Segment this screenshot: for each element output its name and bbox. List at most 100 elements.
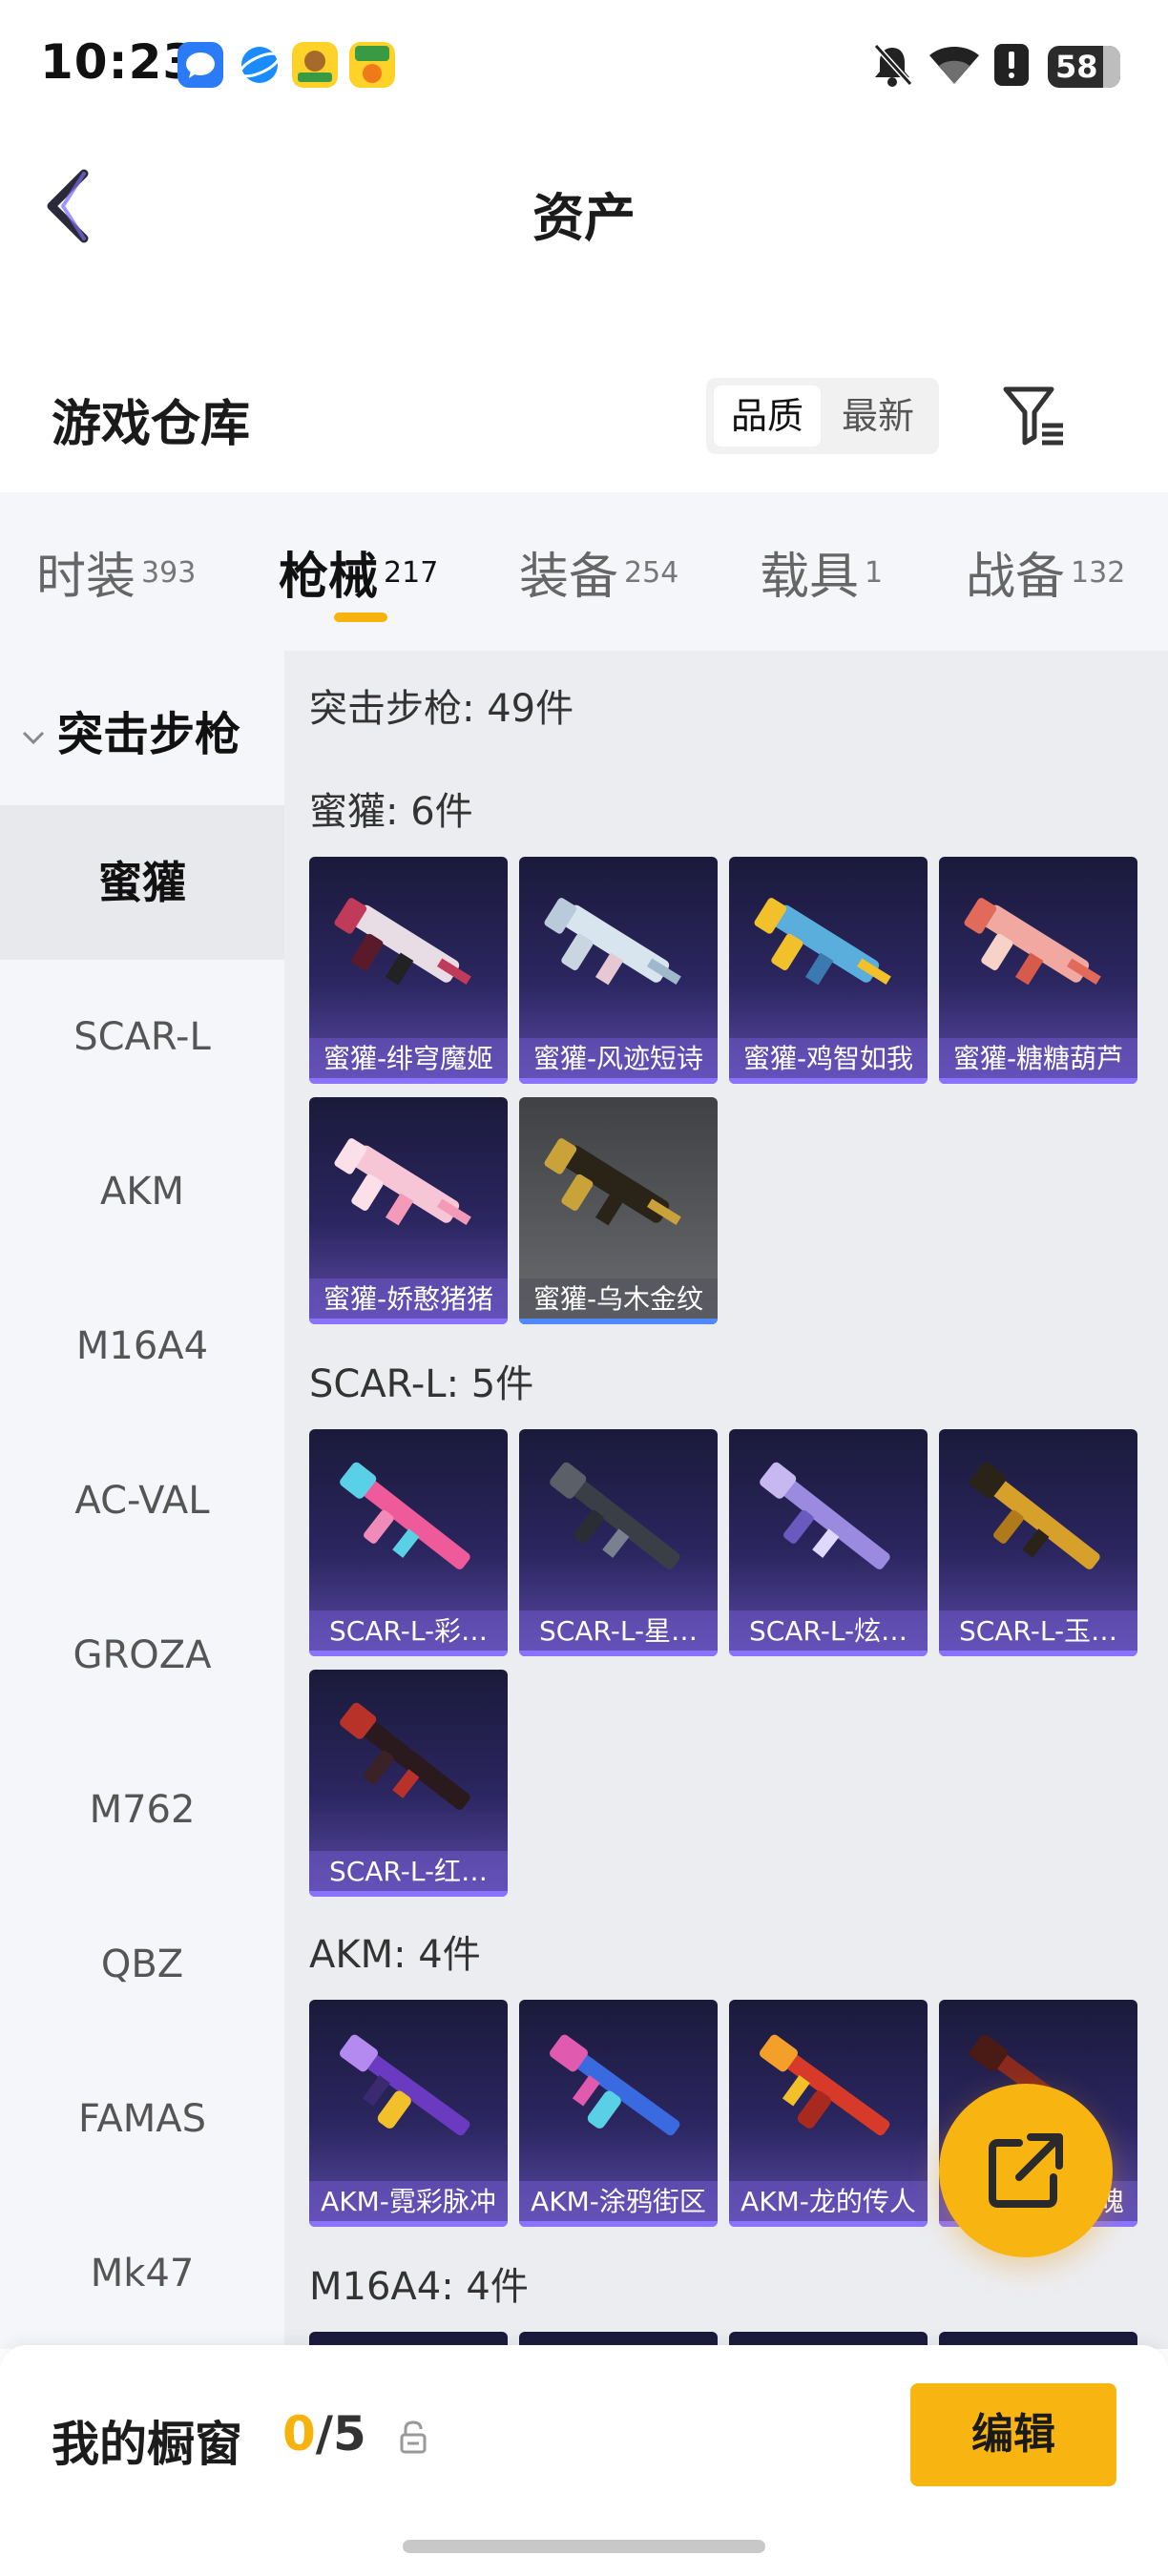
- weapon-card[interactable]: SCAR-L-炫…: [729, 1429, 928, 1656]
- weapon-card[interactable]: SCAR-L-彩…: [309, 1429, 508, 1656]
- sidebar-item-mk47[interactable]: Mk47: [0, 2196, 284, 2351]
- weapon-name: 蜜獾-绯穹魔姬: [309, 1038, 508, 1084]
- filter-icon: [1003, 386, 1063, 446]
- weapon-name: SCAR-L-彩…: [309, 1610, 508, 1656]
- filter-button[interactable]: [1000, 384, 1067, 448]
- section-label-scar-l: SCAR-L: 5件: [309, 1362, 534, 1406]
- weapon-image: [970, 1462, 1100, 1569]
- category-summary: 突击步枪: 49件: [309, 687, 574, 731]
- weapon-name: AKM-涂鸦街区: [519, 2181, 718, 2227]
- sidebar-item-akm[interactable]: AKM: [0, 1114, 284, 1269]
- weapon-image: [340, 2034, 470, 2136]
- weapon-card[interactable]: SCAR-L-玉…: [939, 1429, 1137, 1656]
- home-indicator[interactable]: [403, 2540, 765, 2553]
- lock-icon[interactable]: [399, 2420, 428, 2454]
- weapon-card[interactable]: AKM-霓彩脉冲: [309, 2000, 508, 2227]
- sort-latest-button[interactable]: 最新: [824, 385, 931, 447]
- weapon-card[interactable]: 蜜獾-风迹短诗: [519, 857, 718, 1084]
- weapon-card[interactable]: AKM-龙的传人: [729, 2000, 928, 2227]
- weapon-image: [544, 1138, 681, 1226]
- app-game-icon: [292, 42, 338, 88]
- weapon-name: 蜜獾-乌木金纹: [519, 1278, 718, 1324]
- showcase-count: 0/5: [282, 2406, 366, 2462]
- tab-label: 载具: [760, 549, 860, 606]
- app-browser-icon: [237, 42, 282, 88]
- sort-quality-button[interactable]: 品质: [714, 385, 821, 447]
- sidebar-group-label: 突击步枪: [57, 708, 241, 761]
- weapon-card[interactable]: 蜜獾-鸡智如我: [729, 857, 928, 1084]
- weapon-image: [544, 898, 681, 986]
- weapon-card[interactable]: 蜜獾-绯穹魔姬: [309, 857, 508, 1084]
- category-tabs: 时装 393 枪械 217 装备 254 载具 1 战备 132: [0, 492, 1168, 651]
- status-time: 10:23: [40, 34, 198, 90]
- active-tab-indicator: [334, 613, 387, 622]
- weapon-name: 蜜獾-糖糖葫芦: [939, 1038, 1137, 1084]
- sidebar-item-m762[interactable]: M762: [0, 1733, 284, 1887]
- sidebar-item-groza[interactable]: GROZA: [0, 1578, 284, 1733]
- battery-icon: 58: [1048, 46, 1120, 88]
- weapon-image: [964, 898, 1101, 986]
- showcase-total: /5: [315, 2406, 366, 2462]
- weapon-image: [334, 898, 471, 986]
- sidebar-item-ac-val[interactable]: AC-VAL: [0, 1423, 284, 1578]
- app-mima-icon: [349, 42, 395, 88]
- weapon-name: SCAR-L-星…: [519, 1610, 718, 1656]
- tab-fashion[interactable]: 时装 393: [36, 536, 196, 613]
- weapon-image: [760, 2034, 890, 2136]
- tab-label: 枪械: [279, 549, 379, 606]
- weapon-name: AKM-龙的传人: [729, 2181, 928, 2227]
- sidebar-item-honey-badger[interactable]: 蜜獾: [0, 805, 284, 960]
- showcase-bar: 我的橱窗 0/5 编辑: [0, 2345, 1168, 2576]
- tab-combat-gear[interactable]: 战备 132: [966, 536, 1125, 613]
- weapon-sidebar: 突击步枪 蜜獾 SCAR-L AKM M16A4 AC-VAL GROZA M7…: [0, 651, 284, 2349]
- tab-vehicles[interactable]: 载具 1: [760, 536, 883, 613]
- tab-firearms[interactable]: 枪械 217: [279, 536, 438, 613]
- showcase-label: 我的橱窗: [52, 2417, 242, 2472]
- section-label-m16a4: M16A4: 4件: [309, 2265, 529, 2309]
- showcase-current: 0: [282, 2406, 316, 2462]
- weapon-card[interactable]: SCAR-L-星…: [519, 1429, 718, 1656]
- tab-label: 时装: [36, 549, 136, 606]
- weapon-image: [334, 1138, 471, 1226]
- tab-count: 393: [141, 555, 197, 590]
- weapon-name: SCAR-L-玉…: [939, 1610, 1137, 1656]
- warehouse-title: 游戏仓库: [52, 396, 251, 453]
- weapon-image: [760, 1462, 890, 1569]
- wifi-icon: [929, 47, 979, 84]
- section-label-akm: AKM: 4件: [309, 1933, 481, 1977]
- share-button[interactable]: [939, 2084, 1113, 2257]
- weapon-name: AKM-霓彩脉冲: [309, 2181, 508, 2227]
- sidebar-item-m16a4[interactable]: M16A4: [0, 1269, 284, 1423]
- weapon-image: [340, 1702, 470, 1810]
- weapon-card[interactable]: 蜜獾-娇憨猪猪: [309, 1097, 508, 1324]
- weapon-card[interactable]: 蜜獾-乌木金纹: [519, 1097, 718, 1324]
- weapon-card[interactable]: AKM-涂鸦街区: [519, 2000, 718, 2227]
- mute-icon: [873, 43, 913, 87]
- battery-level: 58: [1055, 49, 1098, 85]
- edit-button[interactable]: 编辑: [910, 2383, 1116, 2486]
- weapon-card[interactable]: SCAR-L-红…: [309, 1670, 508, 1897]
- alert-icon: [994, 44, 1029, 86]
- tab-equipment[interactable]: 装备 254: [519, 536, 678, 613]
- tab-count: 1: [865, 555, 884, 590]
- weapon-image: [340, 1462, 470, 1569]
- sidebar-item-scar-l[interactable]: SCAR-L: [0, 960, 284, 1114]
- tab-count: 132: [1071, 555, 1126, 590]
- tab-label: 装备: [519, 549, 619, 606]
- weapon-name: 蜜獾-娇憨猪猪: [309, 1278, 508, 1324]
- sidebar-group-assault-rifles[interactable]: 突击步枪: [21, 696, 240, 763]
- tab-count: 217: [384, 555, 439, 590]
- tab-label: 战备: [966, 549, 1066, 606]
- sidebar-item-famas[interactable]: FAMAS: [0, 2042, 284, 2196]
- app-bubble-icon: [177, 42, 223, 88]
- page-title: 资产: [532, 188, 636, 248]
- weapon-name: SCAR-L-红…: [309, 1851, 508, 1897]
- weapon-name: 蜜獾-鸡智如我: [729, 1038, 928, 1084]
- weapon-card[interactable]: 蜜獾-糖糖葫芦: [939, 857, 1137, 1084]
- weapon-image: [754, 898, 891, 986]
- sort-toggle: 品质 最新: [706, 378, 939, 454]
- sidebar-item-qbz[interactable]: QBZ: [0, 1887, 284, 2042]
- section-label-honey-badger: 蜜獾: 6件: [309, 790, 473, 834]
- weapon-name: SCAR-L-炫…: [729, 1610, 928, 1656]
- weapon-name: 蜜獾-风迹短诗: [519, 1038, 718, 1084]
